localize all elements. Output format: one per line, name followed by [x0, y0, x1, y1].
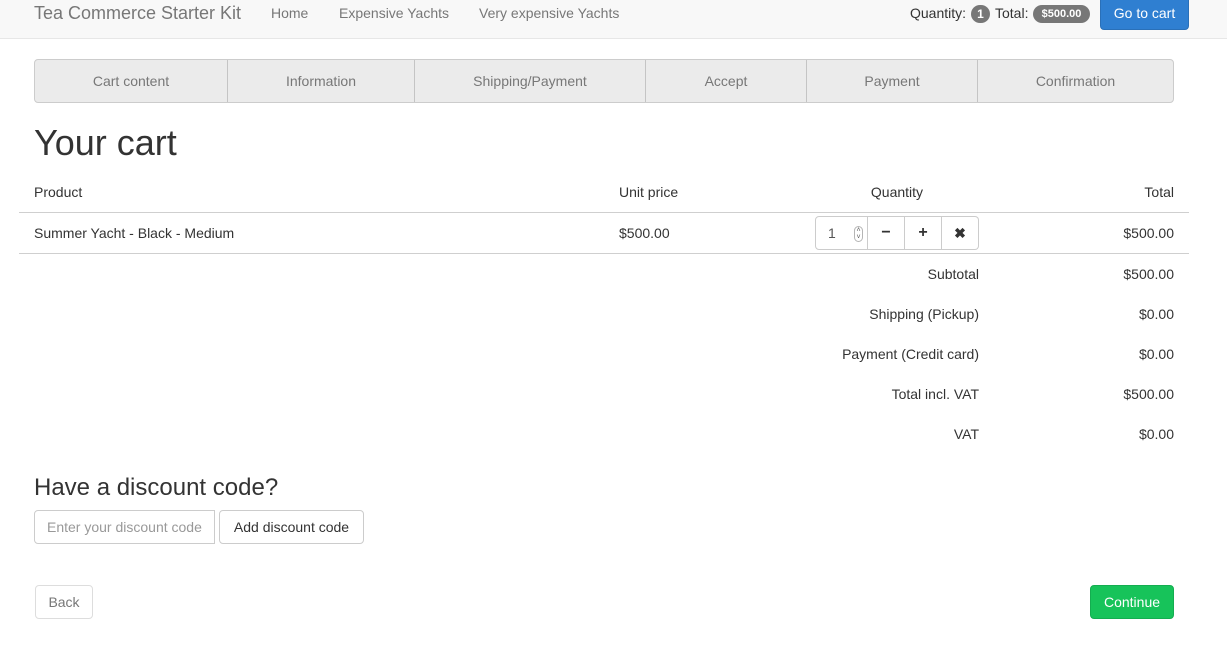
back-button[interactable]: Back: [35, 585, 93, 619]
step-payment[interactable]: Payment: [807, 60, 978, 102]
summary-label-shipping: Shipping (Pickup): [869, 306, 979, 322]
step-confirmation[interactable]: Confirmation: [978, 60, 1173, 102]
top-navbar: Tea Commerce Starter Kit Home Expensive …: [0, 0, 1227, 39]
column-header-total: Total: [1144, 184, 1174, 200]
remove-item-button[interactable]: ✖: [942, 216, 979, 250]
cart-quantity-label: Quantity:: [910, 5, 967, 21]
quantity-input[interactable]: 1 ˄ ˅: [815, 216, 868, 250]
table-header-divider: [19, 212, 1189, 213]
summary-label-vat: VAT: [953, 426, 979, 442]
discount-heading: Have a discount code?: [34, 474, 279, 501]
add-discount-code-button[interactable]: Add discount code: [219, 510, 364, 544]
increase-quantity-button[interactable]: +: [905, 216, 942, 250]
nav-link-very-expensive-yachts[interactable]: Very expensive Yachts: [479, 5, 619, 21]
product-name: Summer Yacht - Black - Medium: [34, 225, 235, 241]
site-brand[interactable]: Tea Commerce Starter Kit: [34, 3, 241, 23]
quantity-value: 1: [828, 225, 836, 241]
step-accept[interactable]: Accept: [646, 60, 807, 102]
minus-icon: −: [881, 224, 891, 241]
nav-link-home[interactable]: Home: [271, 5, 308, 21]
cart-quantity-badge: 1: [971, 5, 990, 23]
cart-total-badge: $500.00: [1033, 5, 1090, 23]
table-row-divider: [19, 253, 1189, 254]
column-header-product: Product: [34, 184, 83, 200]
step-information[interactable]: Information: [228, 60, 415, 102]
decrease-quantity-button[interactable]: −: [868, 216, 905, 250]
page-title: Your cart: [34, 122, 177, 163]
go-to-cart-button[interactable]: Go to cart: [1100, 0, 1189, 30]
summary-value-shipping: $0.00: [1138, 306, 1174, 322]
summary-value-payment: $0.00: [1138, 346, 1174, 362]
nav-link-expensive-yachts[interactable]: Expensive Yachts: [339, 5, 449, 21]
summary-value-total-incl-vat: $500.00: [1123, 386, 1174, 402]
discount-code-input[interactable]: [34, 510, 215, 544]
step-cart-content[interactable]: Cart content: [35, 60, 228, 102]
line-total: $500.00: [1123, 225, 1174, 241]
column-header-quantity: Quantity: [870, 184, 924, 200]
column-header-unit-price: Unit price: [619, 184, 679, 200]
checkout-steps: Cart content Information Shipping/Paymen…: [34, 59, 1174, 103]
summary-label-subtotal: Subtotal: [927, 266, 979, 282]
summary-label-payment: Payment (Credit card): [842, 346, 979, 362]
summary-value-vat: $0.00: [1138, 426, 1174, 442]
quantity-stepper: 1 ˄ ˅ − + ✖: [815, 216, 979, 250]
summary-label-total-incl-vat: Total incl. VAT: [891, 386, 979, 402]
continue-button[interactable]: Continue: [1090, 585, 1174, 619]
cart-total-label: Total:: [995, 5, 1029, 21]
close-icon: ✖: [954, 224, 966, 241]
unit-price: $500.00: [619, 225, 670, 241]
step-shipping-payment[interactable]: Shipping/Payment: [415, 60, 646, 102]
spinner-icon[interactable]: ˄ ˅: [854, 226, 863, 242]
summary-value-subtotal: $500.00: [1123, 266, 1174, 282]
plus-icon: +: [918, 224, 928, 241]
